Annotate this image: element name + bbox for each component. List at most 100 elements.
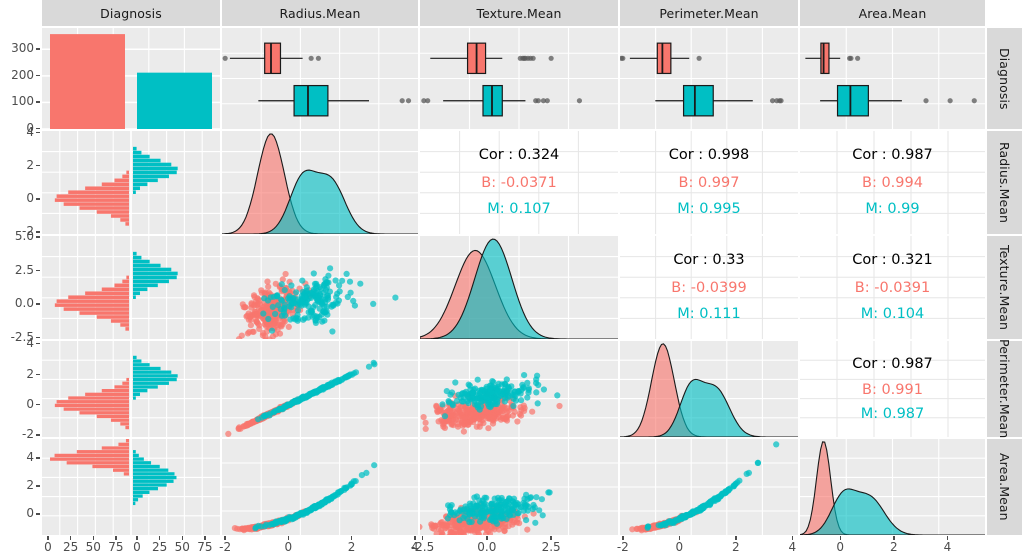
panel-correlation-radius-mean-perimeter-mean: Cor : 0.998 B: 0.997 M: 0.995 [620, 131, 798, 234]
x-tick-mark [678, 536, 681, 540]
y-tick-texture-mean-2: 2.5 [14, 262, 34, 277]
x-tick-texture-mean-2: 2.5 [541, 540, 561, 554]
x-tick-area-mean-0: 0 [836, 540, 845, 554]
x-tick-mark [839, 536, 841, 540]
row-title-radius-mean: Radius.Mean [987, 131, 1022, 234]
x-tick-mark [421, 536, 424, 540]
y-tick-mark [36, 485, 40, 487]
correlation-all: Cor : 0.987 [852, 147, 933, 164]
panel-scatter-area-mean-vs-texture-mean [420, 439, 618, 535]
panel-boxplot-area-mean [800, 28, 985, 129]
correlation-malignant: M: 0.987 [860, 406, 925, 423]
y-tick-perimeter-mean-1: 0 [26, 397, 34, 411]
panel-density-radius-mean [222, 131, 418, 234]
y-tick-mark [36, 513, 40, 515]
correlation-all: Cor : 0.321 [852, 252, 933, 269]
y-tick-texture-mean-1: 0.0 [14, 296, 34, 311]
x-tick-mark [69, 536, 72, 540]
x-tick-mark [350, 536, 353, 540]
correlation-malignant: M: 0.107 [487, 201, 551, 218]
panel-correlation-texture-mean-perimeter-mean: Cor : 0.33 B: -0.0399 M: 0.111 [620, 236, 798, 339]
x-tick-mark [47, 536, 49, 540]
y-tick-diagnosis-1: 100 [11, 94, 34, 109]
column-title-area-mean: Area.Mean [800, 0, 985, 26]
x-tick-mark [158, 536, 161, 540]
panel-correlation-perimeter-mean-area-mean: Cor : 0.987 B: 0.991 M: 0.987 [800, 341, 985, 437]
y-tick-texture-mean-3: 5.0 [14, 229, 34, 244]
panel-scatter-perimeter-mean-vs-radius-mean [222, 341, 418, 437]
y-tick-area-mean-0: 0 [26, 506, 34, 521]
panel-boxplot-radius-mean [222, 28, 418, 129]
column-title-radius-mean: Radius.Mean [222, 0, 418, 26]
correlation-all: Cor : 0.324 [478, 147, 560, 164]
x-tick-mark [181, 536, 183, 540]
x-tick-perimeter-mean-3: 4 [788, 540, 797, 554]
correlation-malignant: M: 0.111 [677, 306, 741, 323]
correlation-all: Cor : 0.33 [673, 252, 745, 269]
correlation-benign: B: -0.0399 [671, 280, 747, 297]
panel-scatter-perimeter-mean-vs-texture-mean [420, 341, 618, 437]
correlation-malignant: M: 0.104 [860, 306, 925, 323]
row-title-perimeter-mean: Perimeter.Mean [987, 339, 1022, 439]
y-tick-radius-mean-2: 2 [26, 157, 34, 172]
x-tick-area-mean-1: 2 [890, 540, 898, 554]
correlation-benign: B: -0.0391 [854, 280, 931, 297]
correlation-benign: B: 0.994 [862, 175, 923, 192]
y-tick-area-mean-1: 2 [26, 478, 34, 493]
x-tick-area-mean-2: 4 [943, 540, 952, 554]
x-tick-texture-mean-1: 0.0 [477, 540, 497, 554]
panel-density-perimeter-mean [620, 341, 798, 437]
y-tick-mark [36, 198, 40, 200]
y-tick-mark [36, 101, 40, 103]
x-tick-mark [136, 536, 138, 540]
correlation-malignant: M: 0.99 [865, 201, 920, 218]
y-tick-mark [36, 343, 40, 345]
y-tick-mark [36, 404, 40, 406]
y-tick-mark [36, 336, 40, 339]
column-title-diagnosis: Diagnosis [42, 0, 220, 26]
panel-histogram-area-mean [42, 439, 220, 535]
panel-scatter-texture-mean-vs-radius-mean [222, 236, 418, 339]
panel-correlation-radius-mean-area-mean: Cor : 0.987 B: 0.994 M: 0.99 [800, 131, 985, 234]
y-tick-mark [36, 74, 40, 77]
correlation-benign: B: 0.997 [678, 175, 740, 192]
panel-correlation-radius-mean-texture-mean: Cor : 0.324 B: -0.0371 M: 0.107 [420, 131, 618, 234]
x-tick-mark [486, 536, 488, 540]
correlation-all: Cor : 0.998 [668, 147, 750, 164]
x-tick-mark [204, 536, 206, 540]
x-tick-perimeter-mean-0: -2 [616, 540, 629, 554]
x-tick-texture-mean-0: -2.5 [410, 540, 435, 554]
panel-histogram-texture-mean [42, 236, 220, 339]
y-tick-mark [36, 373, 40, 375]
x-tick-mark [550, 536, 552, 540]
correlation-malignant: M: 0.995 [677, 201, 741, 218]
y-tick-mark [36, 48, 40, 50]
correlation-all: Cor : 0.987 [852, 356, 933, 373]
x-tick-mark [735, 536, 737, 540]
y-tick-mark [36, 131, 40, 134]
y-tick-mark [36, 128, 40, 130]
y-tick-mark [36, 164, 40, 167]
panel-scatter-area-mean-vs-radius-mean [222, 439, 418, 535]
column-title-texture-mean: Texture.Mean [420, 0, 618, 26]
panel-boxplot-texture-mean [420, 28, 618, 129]
x-tick-mark [287, 536, 290, 540]
y-tick-mark [36, 269, 40, 272]
scatterplot-matrix: Diagnosis Radius.Mean Texture.Mean Perimete… [0, 0, 1024, 559]
x-tick-mark [224, 536, 226, 540]
panel-density-area-mean [800, 439, 985, 535]
x-tick-mark [791, 536, 794, 540]
y-tick-mark [36, 231, 40, 233]
panel-histogram-radius-mean [42, 131, 220, 234]
y-tick-mark [36, 457, 40, 459]
x-tick-mark [115, 536, 117, 540]
x-tick-perimeter-mean-1: 0 [675, 540, 684, 554]
y-tick-mark [36, 434, 40, 436]
row-title-diagnosis: Diagnosis [987, 28, 1022, 129]
panel-correlation-texture-mean-area-mean: Cor : 0.321 B: -0.0391 M: 0.104 [800, 236, 985, 339]
y-tick-radius-mean-3: 4 [26, 124, 34, 139]
row-title-area-mean: Area.Mean [987, 439, 1022, 535]
x-tick-radius-mean-1: 0 [284, 540, 293, 554]
panel-scatter-area-mean-vs-perimeter-mean [620, 439, 798, 535]
panel-boxplot-perimeter-mean [620, 28, 798, 129]
